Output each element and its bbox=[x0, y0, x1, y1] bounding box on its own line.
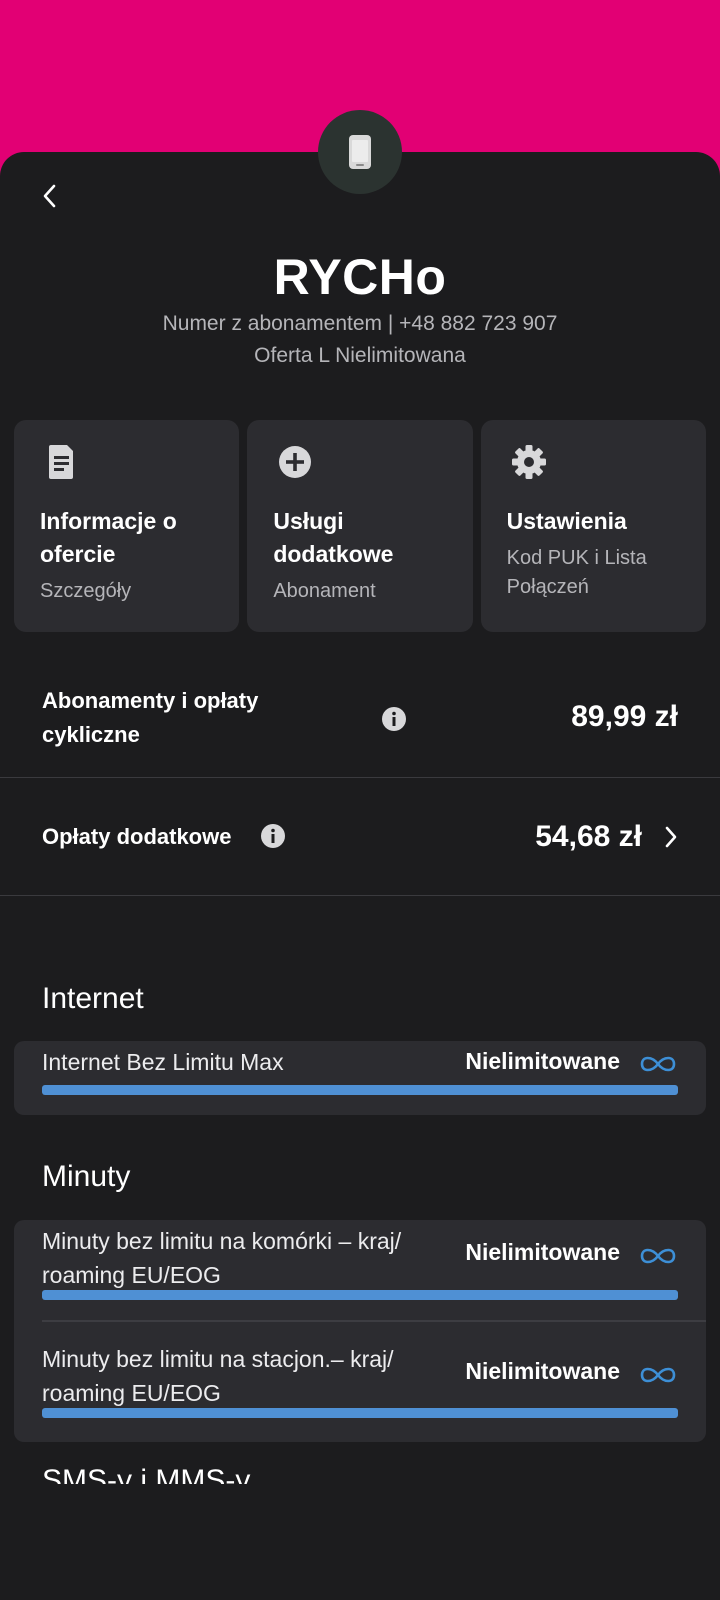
usage-name: Minuty bez limitu na stacjon.– kraj/ roa… bbox=[42, 1346, 394, 1406]
usage-status: Nielimitowane bbox=[465, 1358, 620, 1384]
divider bbox=[42, 1320, 706, 1322]
minutes-usage-card: Minuty bez limitu na komórki – kraj/ roa… bbox=[14, 1220, 706, 1442]
usage-status: Nielimitowane bbox=[465, 1239, 620, 1265]
minutes-section-title: Minuty bbox=[42, 1160, 131, 1193]
subscription-fees-value: 89,99 zł bbox=[571, 700, 678, 733]
card-title: Informacje o ofercie bbox=[40, 508, 177, 567]
extra-fees-value: 54,68 zł bbox=[535, 820, 642, 853]
card-subtitle: Szczegóły bbox=[40, 580, 132, 602]
offer-name: Oferta L Nielimitowana bbox=[254, 344, 466, 367]
internet-section-title: Internet bbox=[42, 982, 144, 1015]
infinity-icon bbox=[640, 1056, 676, 1072]
device-badge bbox=[318, 110, 402, 194]
info-icon[interactable] bbox=[381, 706, 407, 732]
extra-fees-row[interactable]: Opłaty dodatkowe 54,68 zł bbox=[0, 778, 720, 896]
subscription-fees-label: Abonamenty i opłaty cykliczne bbox=[42, 688, 259, 747]
sms-section-title: SMS-y i MMS-y bbox=[42, 1464, 251, 1484]
usage-bar bbox=[42, 1085, 678, 1095]
card-title: Usługi dodatkowe bbox=[273, 508, 394, 567]
main-sheet: RYCHo Numer z abonamentem | +48 882 723 … bbox=[0, 152, 720, 1600]
info-icon[interactable] bbox=[260, 823, 286, 849]
usage-bar bbox=[42, 1408, 678, 1418]
usage-name: Internet Bez Limitu Max bbox=[42, 1049, 284, 1075]
usage-name: Minuty bez limitu na komórki – kraj/ roa… bbox=[42, 1228, 402, 1288]
subscription-fees-row: Abonamenty i opłaty cykliczne 89,99 zł bbox=[0, 660, 720, 778]
usage-item: Minuty bez limitu na stacjon.– kraj/ roa… bbox=[42, 1342, 678, 1422]
page-title: RYCHo bbox=[273, 249, 447, 305]
plus-circle-icon bbox=[279, 446, 312, 478]
usage-item: Minuty bez limitu na komórki – kraj/ roa… bbox=[42, 1224, 678, 1304]
gear-icon bbox=[511, 445, 546, 479]
sms-section-clip: SMS-y i MMS-y bbox=[0, 1464, 720, 1484]
card-subtitle: Kod PUK i Lista Połączeń bbox=[506, 547, 647, 598]
card-subtitle: Abonament bbox=[273, 580, 376, 602]
infinity-icon bbox=[640, 1248, 676, 1264]
smartphone-icon bbox=[349, 135, 371, 169]
card-title: Ustawienia bbox=[506, 508, 627, 534]
settings-card[interactable]: Ustawienia Kod PUK i Lista Połączeń bbox=[480, 420, 706, 632]
document-icon bbox=[49, 445, 73, 479]
infinity-icon bbox=[640, 1367, 676, 1383]
back-button[interactable] bbox=[30, 176, 70, 216]
quick-actions: Informacje o ofercie Szczegóły Usługi do… bbox=[14, 420, 706, 632]
offer-info-card[interactable]: Informacje o ofercie Szczegóły bbox=[14, 420, 240, 632]
additional-services-card[interactable]: Usługi dodatkowe Abonament bbox=[247, 420, 473, 632]
chevron-left-icon bbox=[43, 184, 56, 208]
extra-fees-label: Opłaty dodatkowe bbox=[42, 824, 232, 849]
usage-item: Internet Bez Limitu Max Nielimitowane bbox=[42, 1045, 678, 1105]
usage-status: Nielimitowane bbox=[465, 1048, 620, 1074]
chevron-right-icon bbox=[665, 826, 677, 848]
usage-bar bbox=[42, 1290, 678, 1300]
internet-usage-card: Internet Bez Limitu Max Nielimitowane bbox=[14, 1041, 706, 1115]
phone-number-line: Numer z abonamentem | +48 882 723 907 bbox=[162, 312, 558, 335]
